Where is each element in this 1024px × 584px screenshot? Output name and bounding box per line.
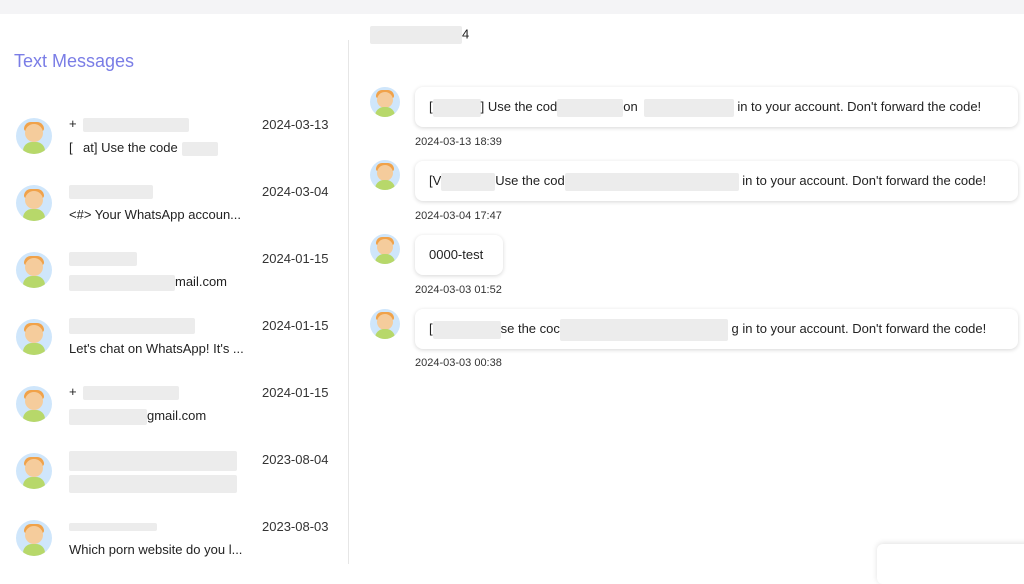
user-avatar-icon <box>370 309 400 339</box>
conversation-item[interactable]: 2023-08-04 <box>0 445 348 512</box>
conversation-name: + <box>69 116 189 132</box>
conversation-preview <box>69 475 264 493</box>
user-avatar-icon <box>16 520 52 556</box>
conversation-preview: gmail.com <box>69 408 264 425</box>
message-timestamp: 2024-03-03 00:38 <box>415 357 502 369</box>
top-bar <box>0 0 1024 14</box>
message-timestamp: 2024-03-13 18:39 <box>415 136 502 148</box>
message-bubble[interactable]: [se the coc g in to your account. Don't … <box>415 309 1018 349</box>
conversation-preview: Which porn website do you l... <box>69 542 243 557</box>
conversation-date: 2023-08-03 <box>262 519 329 534</box>
conversation-date: 2024-01-15 <box>262 251 329 266</box>
user-avatar-icon <box>16 252 52 288</box>
sidebar-title: Text Messages <box>14 51 135 71</box>
message-timestamp: 2024-03-04 17:47 <box>415 210 502 222</box>
panel-divider <box>348 40 349 564</box>
conversation-name: + <box>69 384 179 400</box>
conversation-item[interactable]: 2023-08-03 Which porn website do you l..… <box>0 512 348 579</box>
chat-contact-title: 4 <box>370 26 469 44</box>
user-avatar-icon <box>370 87 400 117</box>
user-avatar-icon <box>16 386 52 422</box>
conversation-item[interactable]: 2024-01-15 Let's chat on WhatsApp! It's … <box>0 311 348 378</box>
conversation-name <box>69 317 195 334</box>
user-avatar-icon <box>16 453 52 489</box>
conversation-date: 2024-03-13 <box>262 117 329 132</box>
conversation-item[interactable]: 2024-03-04 <#> Your WhatsApp accoun... <box>0 177 348 244</box>
message-bubble[interactable]: [] Use the cod on in to your account. Don… <box>415 87 1018 127</box>
conversation-preview: [ at] Use the code <box>69 140 264 156</box>
conversation-date: 2024-03-04 <box>262 184 329 199</box>
conversation-date: 2024-01-15 <box>262 385 329 400</box>
conversation-preview: Let's chat on WhatsApp! It's ... <box>69 341 244 356</box>
conversation-preview: mail.com <box>69 274 264 291</box>
user-avatar-icon <box>16 118 52 154</box>
conversation-preview: <#> Your WhatsApp accoun... <box>69 207 242 222</box>
conversation-item[interactable]: + 2024-03-13 [ at] Use the code <box>0 110 348 177</box>
message-bubble[interactable]: [V Use the cod in to your account. Don't … <box>415 161 1018 201</box>
user-avatar-icon <box>16 185 52 221</box>
conversation-date: 2023-08-04 <box>262 452 329 467</box>
user-avatar-icon <box>16 319 52 355</box>
conversation-item[interactable]: 2024-01-15 mail.com <box>0 244 348 311</box>
conversation-date: 2024-01-15 <box>262 318 329 333</box>
conversation-name <box>69 518 157 533</box>
conversation-name <box>69 451 237 471</box>
user-avatar-icon <box>370 160 400 190</box>
floating-panel[interactable] <box>877 544 1024 584</box>
conversation-name <box>69 250 137 266</box>
message-bubble[interactable]: 0000-test <box>415 235 503 275</box>
message-timestamp: 2024-03-03 01:52 <box>415 284 502 296</box>
conversation-name <box>69 183 153 199</box>
conversation-item[interactable]: + 2024-01-15 gmail.com <box>0 378 348 445</box>
user-avatar-icon <box>370 234 400 264</box>
